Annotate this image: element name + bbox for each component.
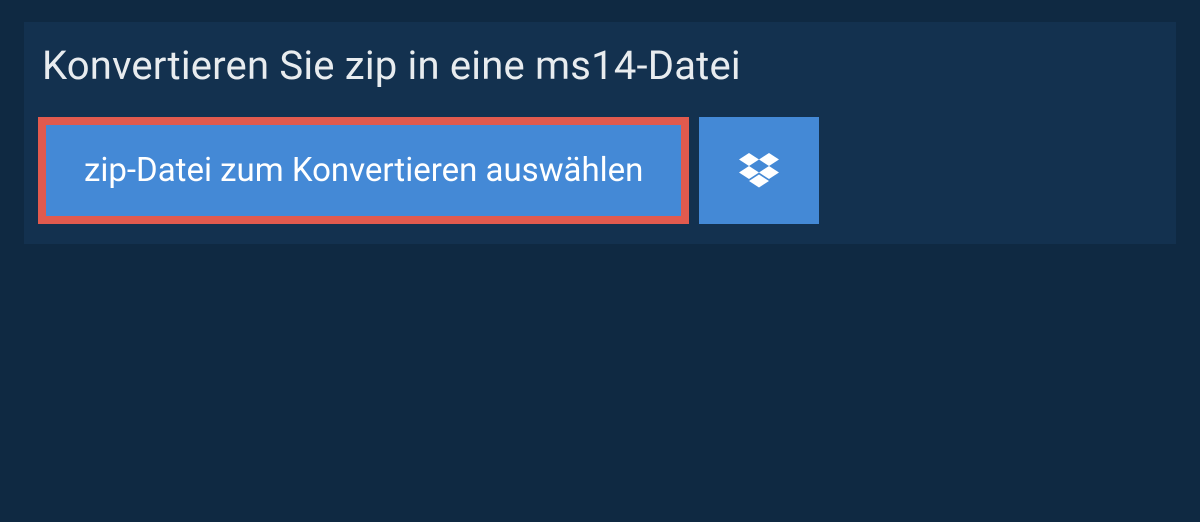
select-file-button[interactable]: zip-Datei zum Konvertieren auswählen bbox=[38, 117, 689, 224]
dropbox-icon bbox=[739, 153, 779, 189]
button-row: zip-Datei zum Konvertieren auswählen bbox=[24, 117, 1176, 244]
dropbox-button[interactable] bbox=[699, 117, 819, 224]
select-file-button-label: zip-Datei zum Konvertieren auswählen bbox=[84, 151, 643, 190]
page-title: Konvertieren Sie zip in eine ms14-Datei bbox=[24, 22, 1176, 117]
converter-panel: Konvertieren Sie zip in eine ms14-Datei … bbox=[24, 22, 1176, 244]
